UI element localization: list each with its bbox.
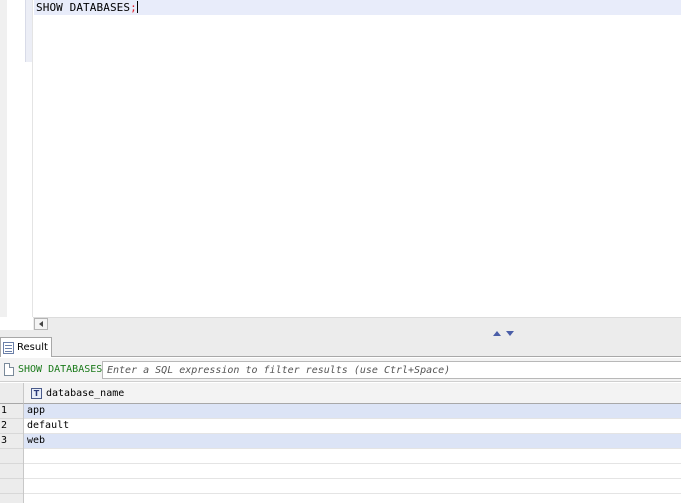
result-table-icon <box>3 341 14 354</box>
row-number[interactable]: 2 <box>0 419 23 434</box>
text-caret <box>136 1 138 13</box>
gutter-current-query-marker <box>25 0 32 62</box>
empty-row-number <box>0 449 23 464</box>
sql-terminator: ; <box>130 1 137 14</box>
row-number-column: 1 2 3 <box>0 404 24 503</box>
row-number[interactable]: 3 <box>0 434 23 449</box>
filter-query-label: SHOW DATABASES <box>18 364 103 375</box>
empty-row-number <box>0 479 23 494</box>
table-row-cell[interactable]: app <box>24 404 681 419</box>
grid-corner-cell[interactable] <box>0 383 24 404</box>
column-header-database-name[interactable]: T database_name <box>24 383 681 404</box>
sql-document-icon <box>4 363 14 376</box>
filter-bar: SHOW DATABASES <box>0 358 681 382</box>
sql-keyword: SHOW DATABASES <box>36 1 131 14</box>
filter-expression-input[interactable] <box>102 361 681 379</box>
table-row-cell[interactable]: default <box>24 419 681 434</box>
tab-result[interactable]: Result <box>0 337 52 357</box>
scroll-left-arrow-icon[interactable] <box>34 318 48 330</box>
maximize-results-arrow-icon[interactable] <box>493 331 501 336</box>
text-type-icon: T <box>31 387 42 399</box>
sql-editor[interactable]: SHOW DATABASES; <box>0 0 681 330</box>
sql-statement[interactable]: SHOW DATABASES; <box>36 1 138 14</box>
table-row-cell[interactable]: web <box>24 434 681 449</box>
column-header-label: database_name <box>46 387 125 399</box>
empty-row <box>24 464 681 479</box>
maximize-editor-arrow-icon[interactable] <box>506 331 514 336</box>
empty-row-number <box>0 464 23 479</box>
tab-result-label: Result <box>17 342 48 353</box>
empty-row <box>24 479 681 494</box>
editor-left-strip <box>0 0 7 317</box>
editor-horizontal-scrollbar[interactable] <box>33 317 681 330</box>
result-grid: T database_name 1 2 3 app default web <box>0 383 681 503</box>
result-tab-bar: Result <box>0 337 681 357</box>
editor-gutter <box>7 0 33 317</box>
empty-row <box>24 449 681 464</box>
panel-splitter[interactable] <box>0 330 681 337</box>
row-number[interactable]: 1 <box>0 404 23 419</box>
